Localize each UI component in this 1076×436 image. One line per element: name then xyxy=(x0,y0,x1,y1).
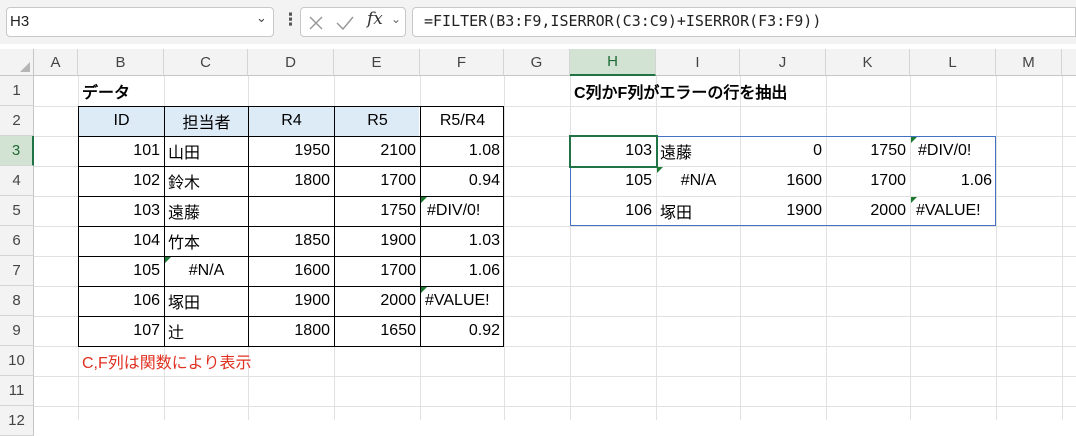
active-cell-selection[interactable] xyxy=(569,135,658,168)
error-indicator-icon[interactable] xyxy=(421,287,427,293)
error-indicator-icon[interactable] xyxy=(421,197,427,203)
error-indicator-icon[interactable] xyxy=(165,257,171,263)
note-text[interactable]: C,F列は関数により表示 xyxy=(79,346,251,376)
